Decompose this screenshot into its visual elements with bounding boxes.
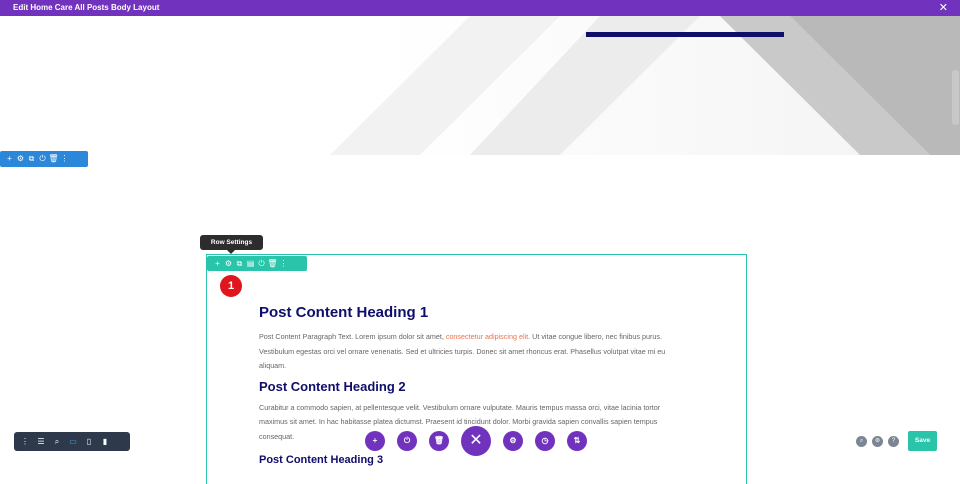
- view-mode-toolbar: ⋮ ☰ ⌕ ▭ ▯ ▮: [14, 432, 130, 451]
- section-disable-icon[interactable]: ⏻: [37, 152, 48, 166]
- hero-accent-bar: [586, 32, 784, 37]
- row-columns-icon[interactable]: ▤: [245, 257, 256, 271]
- hero-section-background: [0, 16, 960, 155]
- scrollbar-thumb[interactable]: [952, 70, 959, 125]
- heading-1: Post Content Heading 1: [259, 304, 429, 321]
- tablet-icon[interactable]: ▯: [81, 437, 97, 446]
- hero-decoration-shapes: [330, 16, 960, 155]
- section-duplicate-icon[interactable]: ⧉: [26, 152, 37, 166]
- row-delete-icon[interactable]: 🗑: [267, 257, 278, 271]
- row-settings-tooltip: Row Settings: [200, 235, 263, 254]
- portability-icon[interactable]: ⊛: [872, 436, 883, 447]
- sort-icon[interactable]: ⇅: [567, 431, 587, 451]
- row-duplicate-icon[interactable]: ⧉: [234, 257, 245, 271]
- section-add-icon[interactable]: +: [4, 152, 15, 166]
- row-toolbar: + ⚙ ⧉ ▤ ⏻ 🗑 ⋮: [207, 256, 307, 271]
- desktop-icon[interactable]: ▭: [65, 437, 81, 446]
- search-icon[interactable]: ⌕: [856, 436, 867, 447]
- power-icon[interactable]: ⏻: [397, 431, 417, 451]
- history-icon[interactable]: ◷: [535, 431, 555, 451]
- save-button[interactable]: Save: [908, 431, 937, 451]
- gear-icon[interactable]: ⚙: [503, 431, 523, 451]
- add-icon[interactable]: +: [365, 431, 385, 451]
- help-icon[interactable]: ?: [888, 436, 899, 447]
- layout-title: Edit Home Care All Posts Body Layout: [13, 3, 160, 12]
- wireframe-icon[interactable]: ☰: [33, 437, 49, 446]
- close-icon[interactable]: ✕: [939, 0, 948, 16]
- close-icon[interactable]: ✕: [461, 426, 491, 456]
- section-delete-icon[interactable]: 🗑: [48, 152, 59, 166]
- section-settings-icon[interactable]: ⚙: [15, 152, 26, 166]
- section-more-icon[interactable]: ⋮: [59, 152, 70, 166]
- step-badge: 1: [220, 275, 242, 297]
- trash-icon[interactable]: 🗑: [429, 431, 449, 451]
- menu-dots-icon[interactable]: ⋮: [17, 437, 33, 446]
- zoom-icon[interactable]: ⌕: [49, 437, 65, 447]
- row-disable-icon[interactable]: ⏻: [256, 257, 267, 271]
- paragraph-1: Post Content Paragraph Text. Lorem ipsum…: [259, 332, 666, 370]
- builder-title-bar: Edit Home Care All Posts Body Layout ✕: [0, 0, 960, 16]
- row-add-icon[interactable]: +: [212, 257, 223, 271]
- heading-2: Post Content Heading 2: [259, 378, 406, 394]
- section-toolbar: + ⚙ ⧉ ⏻ 🗑 ⋮: [0, 151, 88, 167]
- row-settings-icon[interactable]: ⚙: [223, 257, 234, 271]
- paragraph-link[interactable]: consectetur adipiscing elit: [446, 332, 528, 341]
- phone-icon[interactable]: ▮: [97, 437, 113, 446]
- row-more-icon[interactable]: ⋮: [278, 257, 289, 271]
